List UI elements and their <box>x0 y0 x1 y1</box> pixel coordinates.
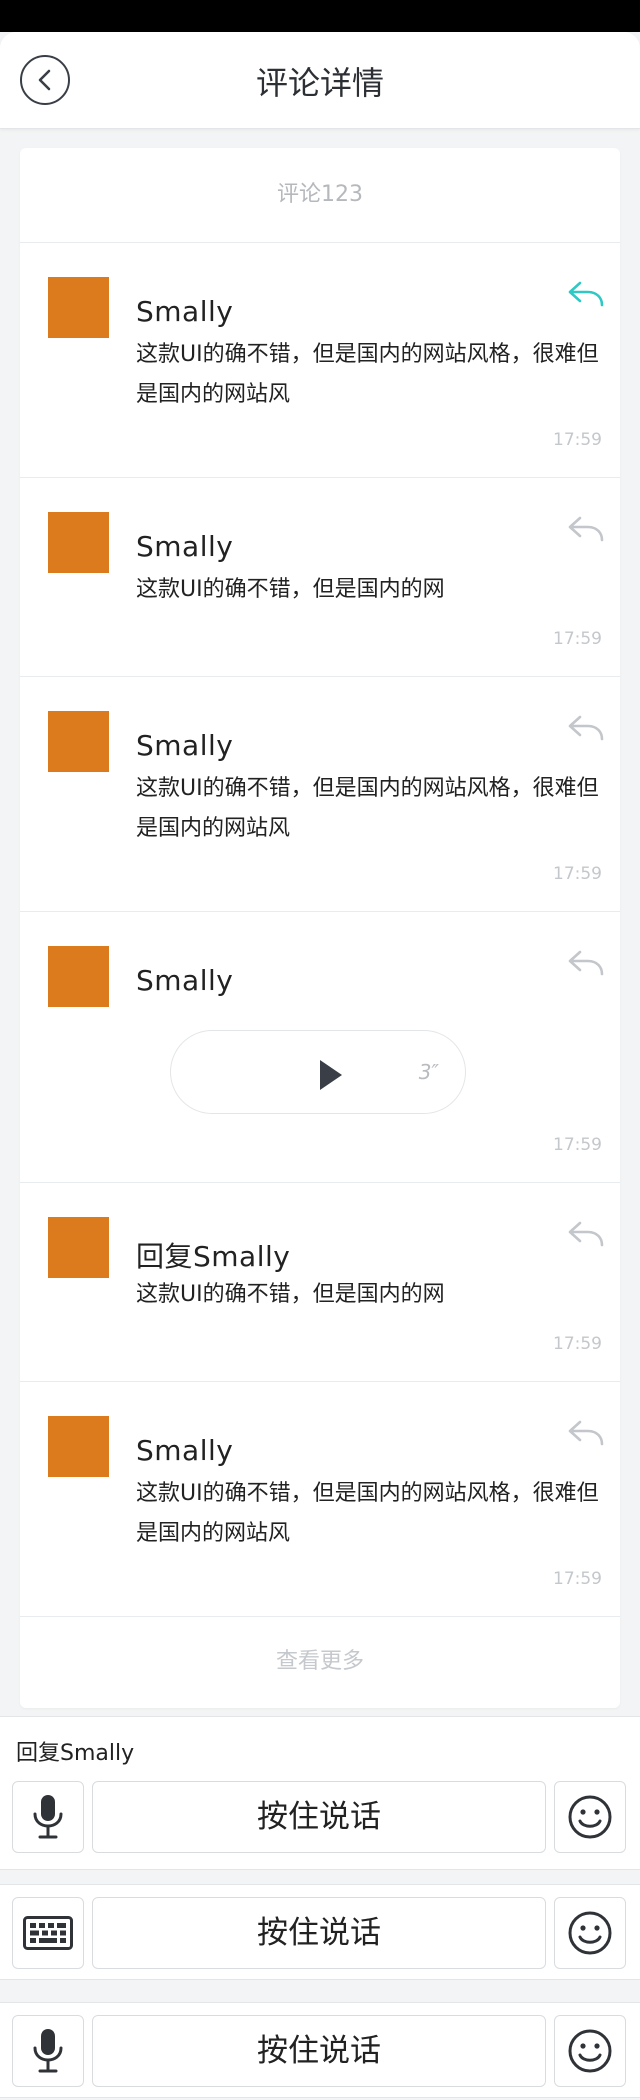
reply-icon[interactable] <box>566 1217 606 1249</box>
microphone-icon <box>33 1795 63 1839</box>
play-icon[interactable] <box>318 1059 344 1091</box>
voice-duration: 3″ <box>418 1060 439 1084</box>
comment-time: 17:59 <box>553 430 602 450</box>
card-title: 评论123 <box>20 148 620 243</box>
comment-text: 这款UI的确不错，但是国内的网站风格，很难但是国内的网站风 <box>136 342 599 407</box>
microphone-icon <box>33 2029 63 2073</box>
comment-time: 17:59 <box>553 629 602 649</box>
comment-item: Smally 3″ 17:59 <box>20 912 620 1183</box>
hold-to-talk-button[interactable]: 按住说话 <box>92 2015 546 2087</box>
avatar[interactable] <box>48 1416 109 1477</box>
reply-icon[interactable] <box>566 512 606 544</box>
hold-to-talk-button[interactable]: 按住说话 <box>92 1897 546 1969</box>
input-bar: 按住说话 <box>0 2002 640 2098</box>
comment-item: Smally 这款UI的确不错，但是国内的网 17:59 <box>20 478 620 677</box>
reply-panel: 回复Smally 按住说话 <box>0 1716 640 1870</box>
emoji-button[interactable] <box>554 2015 626 2087</box>
hold-to-talk-button[interactable]: 按住说话 <box>92 1781 546 1853</box>
status-bar <box>0 0 640 32</box>
comment-text: 这款UI的确不错，但是国内的网站风格，很难但是国内的网站风 <box>136 1481 599 1546</box>
view-more-link[interactable]: 查看更多 <box>20 1617 620 1707</box>
smiley-icon <box>568 1795 612 1839</box>
voice-message[interactable]: 3″ <box>170 1030 466 1114</box>
avatar[interactable] <box>48 1217 109 1278</box>
comment-author: Smally <box>136 729 234 762</box>
comment-card: 评论123 Smally 这款UI的确不错，但是国内的网站风格，很难但是国内的网… <box>20 148 620 1708</box>
keyboard-icon <box>23 1916 73 1950</box>
comment-author: Smally <box>136 1434 234 1467</box>
voice-toggle-button[interactable] <box>12 2015 84 2087</box>
comment-author: Smally <box>136 295 234 328</box>
avatar[interactable] <box>48 946 109 1007</box>
comment-text: 这款UI的确不错，但是国内的网 <box>136 577 445 602</box>
smiley-icon <box>568 2029 612 2073</box>
page-title: 评论详情 <box>255 64 384 102</box>
comment-author: 回复Smally <box>136 1240 291 1273</box>
input-bar: 按住说话 <box>0 1884 640 1980</box>
comment-item: Smally 这款UI的确不错，但是国内的网站风格，很难但是国内的网站风 17:… <box>20 1382 620 1617</box>
comment-author: Smally <box>136 964 234 997</box>
keyboard-toggle-button[interactable] <box>12 1897 84 1969</box>
smiley-icon <box>568 1911 612 1955</box>
comment-item: Smally 这款UI的确不错，但是国内的网站风格，很难但是国内的网站风 17:… <box>20 677 620 912</box>
reply-icon[interactable] <box>566 711 606 743</box>
reply-icon[interactable] <box>566 1416 606 1448</box>
avatar[interactable] <box>48 711 109 772</box>
reply-icon[interactable] <box>566 946 606 978</box>
emoji-button[interactable] <box>554 1897 626 1969</box>
reply-target-label: 回复Smally <box>16 1741 135 1766</box>
comment-item: Smally 这款UI的确不错，但是国内的网站风格，很难但是国内的网站风 17:… <box>20 243 620 478</box>
comment-time: 17:59 <box>553 1334 602 1354</box>
comment-text: 这款UI的确不错，但是国内的网 <box>136 1282 445 1307</box>
avatar[interactable] <box>48 277 109 338</box>
header: 评论详情 <box>0 32 640 129</box>
emoji-button[interactable] <box>554 1781 626 1853</box>
reply-icon[interactable] <box>566 277 606 309</box>
comment-author: Smally <box>136 530 234 563</box>
avatar[interactable] <box>48 512 109 573</box>
comment-time: 17:59 <box>553 864 602 884</box>
comment-text: 这款UI的确不错，但是国内的网站风格，很难但是国内的网站风 <box>136 776 599 841</box>
voice-toggle-button[interactable] <box>12 1781 84 1853</box>
comment-time: 17:59 <box>553 1135 602 1155</box>
comment-item: 回复Smally 这款UI的确不错，但是国内的网 17:59 <box>20 1183 620 1382</box>
comment-time: 17:59 <box>553 1569 602 1589</box>
